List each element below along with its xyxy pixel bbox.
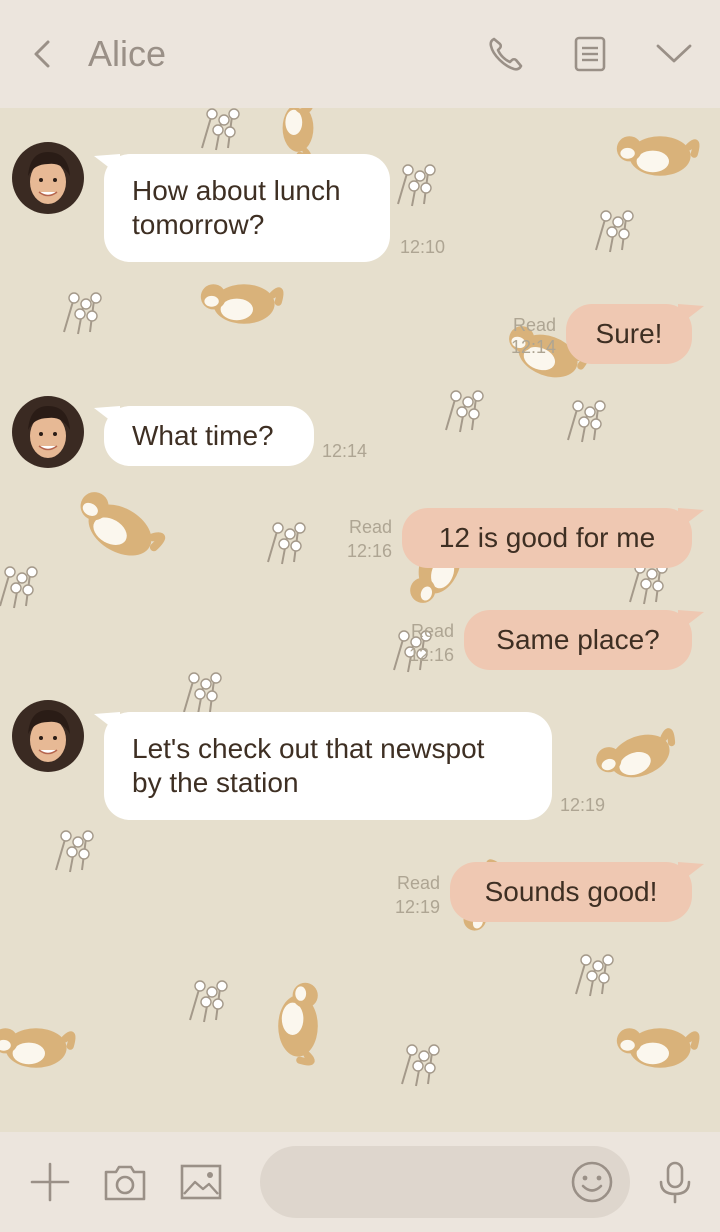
incoming-message-bubble[interactable]: What time? bbox=[104, 406, 314, 466]
read-receipt: Read bbox=[512, 315, 556, 335]
emoji-icon[interactable] bbox=[568, 1158, 616, 1206]
avatar[interactable] bbox=[12, 142, 84, 214]
message-text: What time? bbox=[132, 420, 274, 451]
outgoing-message-bubble[interactable]: 12 is good for me bbox=[402, 508, 692, 568]
read-receipt: Read bbox=[396, 873, 440, 893]
message-composer bbox=[0, 1132, 720, 1232]
message-time: 12:14 bbox=[510, 337, 556, 357]
chat-header: Alice bbox=[0, 0, 720, 108]
message-time: 12:10 bbox=[400, 237, 446, 257]
message-text: Sure! bbox=[595, 318, 663, 349]
message-time: 12:16 bbox=[408, 645, 454, 665]
chat-area[interactable]: How about lunch tomorrow? 12:10 Read 12:… bbox=[0, 108, 720, 1132]
read-receipt: Read bbox=[410, 621, 454, 641]
outgoing-message-bubble[interactable]: Sounds good! bbox=[450, 862, 692, 922]
plus-icon[interactable] bbox=[26, 1158, 74, 1206]
message-text: Same place? bbox=[496, 624, 660, 655]
avatar[interactable] bbox=[12, 396, 84, 468]
bubble-tail bbox=[678, 304, 704, 326]
message-text: by the station bbox=[132, 767, 299, 798]
bubble-tail bbox=[678, 862, 704, 884]
outgoing-message-bubble[interactable]: Same place? bbox=[464, 610, 692, 670]
message-time: 12:16 bbox=[346, 541, 392, 561]
message-text: How about lunch bbox=[132, 175, 341, 206]
message-time: 12:19 bbox=[560, 795, 606, 815]
avatar[interactable] bbox=[12, 700, 84, 772]
message-text: Sounds good! bbox=[484, 876, 658, 907]
bubble-tail bbox=[678, 610, 704, 632]
incoming-message-bubble[interactable]: Let's check out that newspot by the stat… bbox=[104, 712, 552, 820]
incoming-message-bubble[interactable]: How about lunch tomorrow? bbox=[104, 154, 390, 262]
chat-title[interactable]: Alice bbox=[88, 30, 166, 78]
outgoing-message-bubble[interactable]: Sure! bbox=[566, 304, 692, 364]
message-text: tomorrow? bbox=[132, 209, 265, 240]
back-icon[interactable] bbox=[24, 30, 64, 78]
message-text: 12 is good for me bbox=[438, 522, 656, 553]
image-icon[interactable] bbox=[177, 1158, 225, 1206]
bubble-tail bbox=[678, 508, 704, 530]
microphone-icon[interactable] bbox=[651, 1158, 699, 1206]
notes-icon[interactable] bbox=[566, 30, 614, 78]
message-time: 12:19 bbox=[394, 897, 440, 917]
message-text: Let's check out that newspot bbox=[132, 733, 485, 764]
phone-icon[interactable] bbox=[482, 30, 530, 78]
chevron-down-icon[interactable] bbox=[650, 30, 698, 78]
camera-icon[interactable] bbox=[101, 1158, 149, 1206]
read-receipt: Read bbox=[348, 517, 392, 537]
message-time: 12:14 bbox=[322, 441, 368, 461]
